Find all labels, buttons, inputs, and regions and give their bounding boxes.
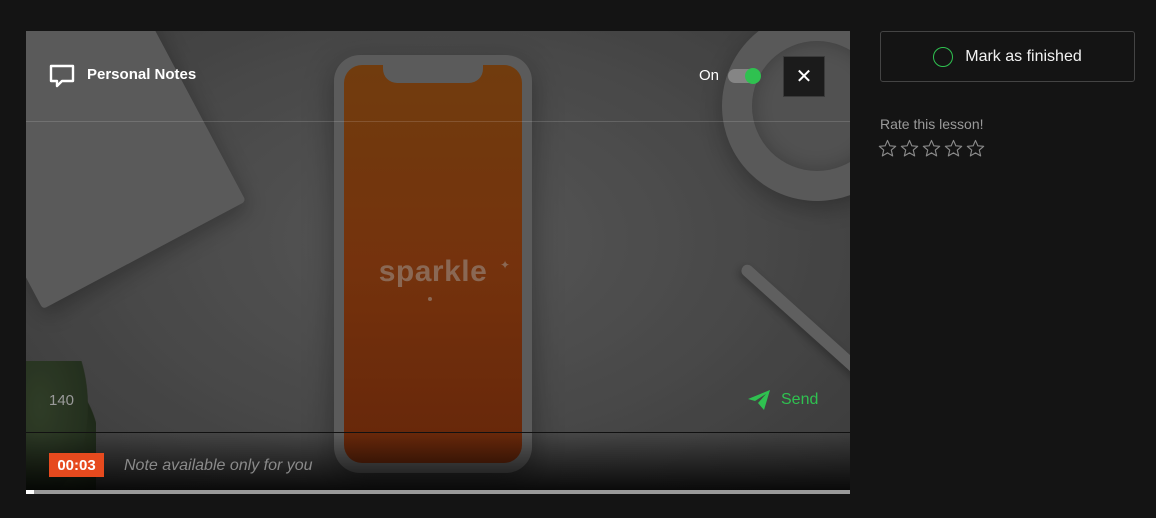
star-icon[interactable]	[944, 139, 963, 158]
video-player[interactable]: sparkle ✦ Personal Notes On ✕ 140 Send 0…	[26, 31, 850, 494]
send-note-button[interactable]: Send	[746, 387, 818, 413]
star-icon[interactable]	[878, 139, 897, 158]
circle-icon	[933, 46, 954, 67]
close-icon: ✕	[795, 66, 813, 88]
star-icon[interactable]	[922, 139, 941, 158]
note-timestamp: 00:03	[49, 453, 104, 477]
paper-plane-icon	[748, 390, 770, 410]
toggle-knob	[745, 68, 761, 84]
mark-finished-button[interactable]: Mark as finished	[880, 31, 1135, 82]
rating-stars	[878, 139, 985, 158]
video-progress-bar[interactable]	[26, 490, 850, 494]
char-count: 140	[49, 392, 75, 409]
note-input[interactable]	[124, 453, 724, 479]
notes-toggle[interactable]	[728, 68, 761, 84]
notes-title: Personal Notes	[87, 66, 197, 83]
video-progress-fill	[26, 490, 35, 494]
send-label: Send	[781, 391, 819, 408]
notes-toggle-label: On	[699, 67, 720, 84]
star-icon[interactable]	[966, 139, 985, 158]
mark-finished-label: Mark as finished	[965, 47, 1082, 65]
note-input-bar: 00:03	[26, 432, 850, 491]
close-notes-button[interactable]: ✕	[783, 56, 825, 97]
rate-lesson-label: Rate this lesson!	[880, 116, 984, 132]
comment-icon	[49, 64, 75, 88]
star-icon[interactable]	[900, 139, 919, 158]
notes-header: Personal Notes On ✕	[26, 31, 850, 122]
